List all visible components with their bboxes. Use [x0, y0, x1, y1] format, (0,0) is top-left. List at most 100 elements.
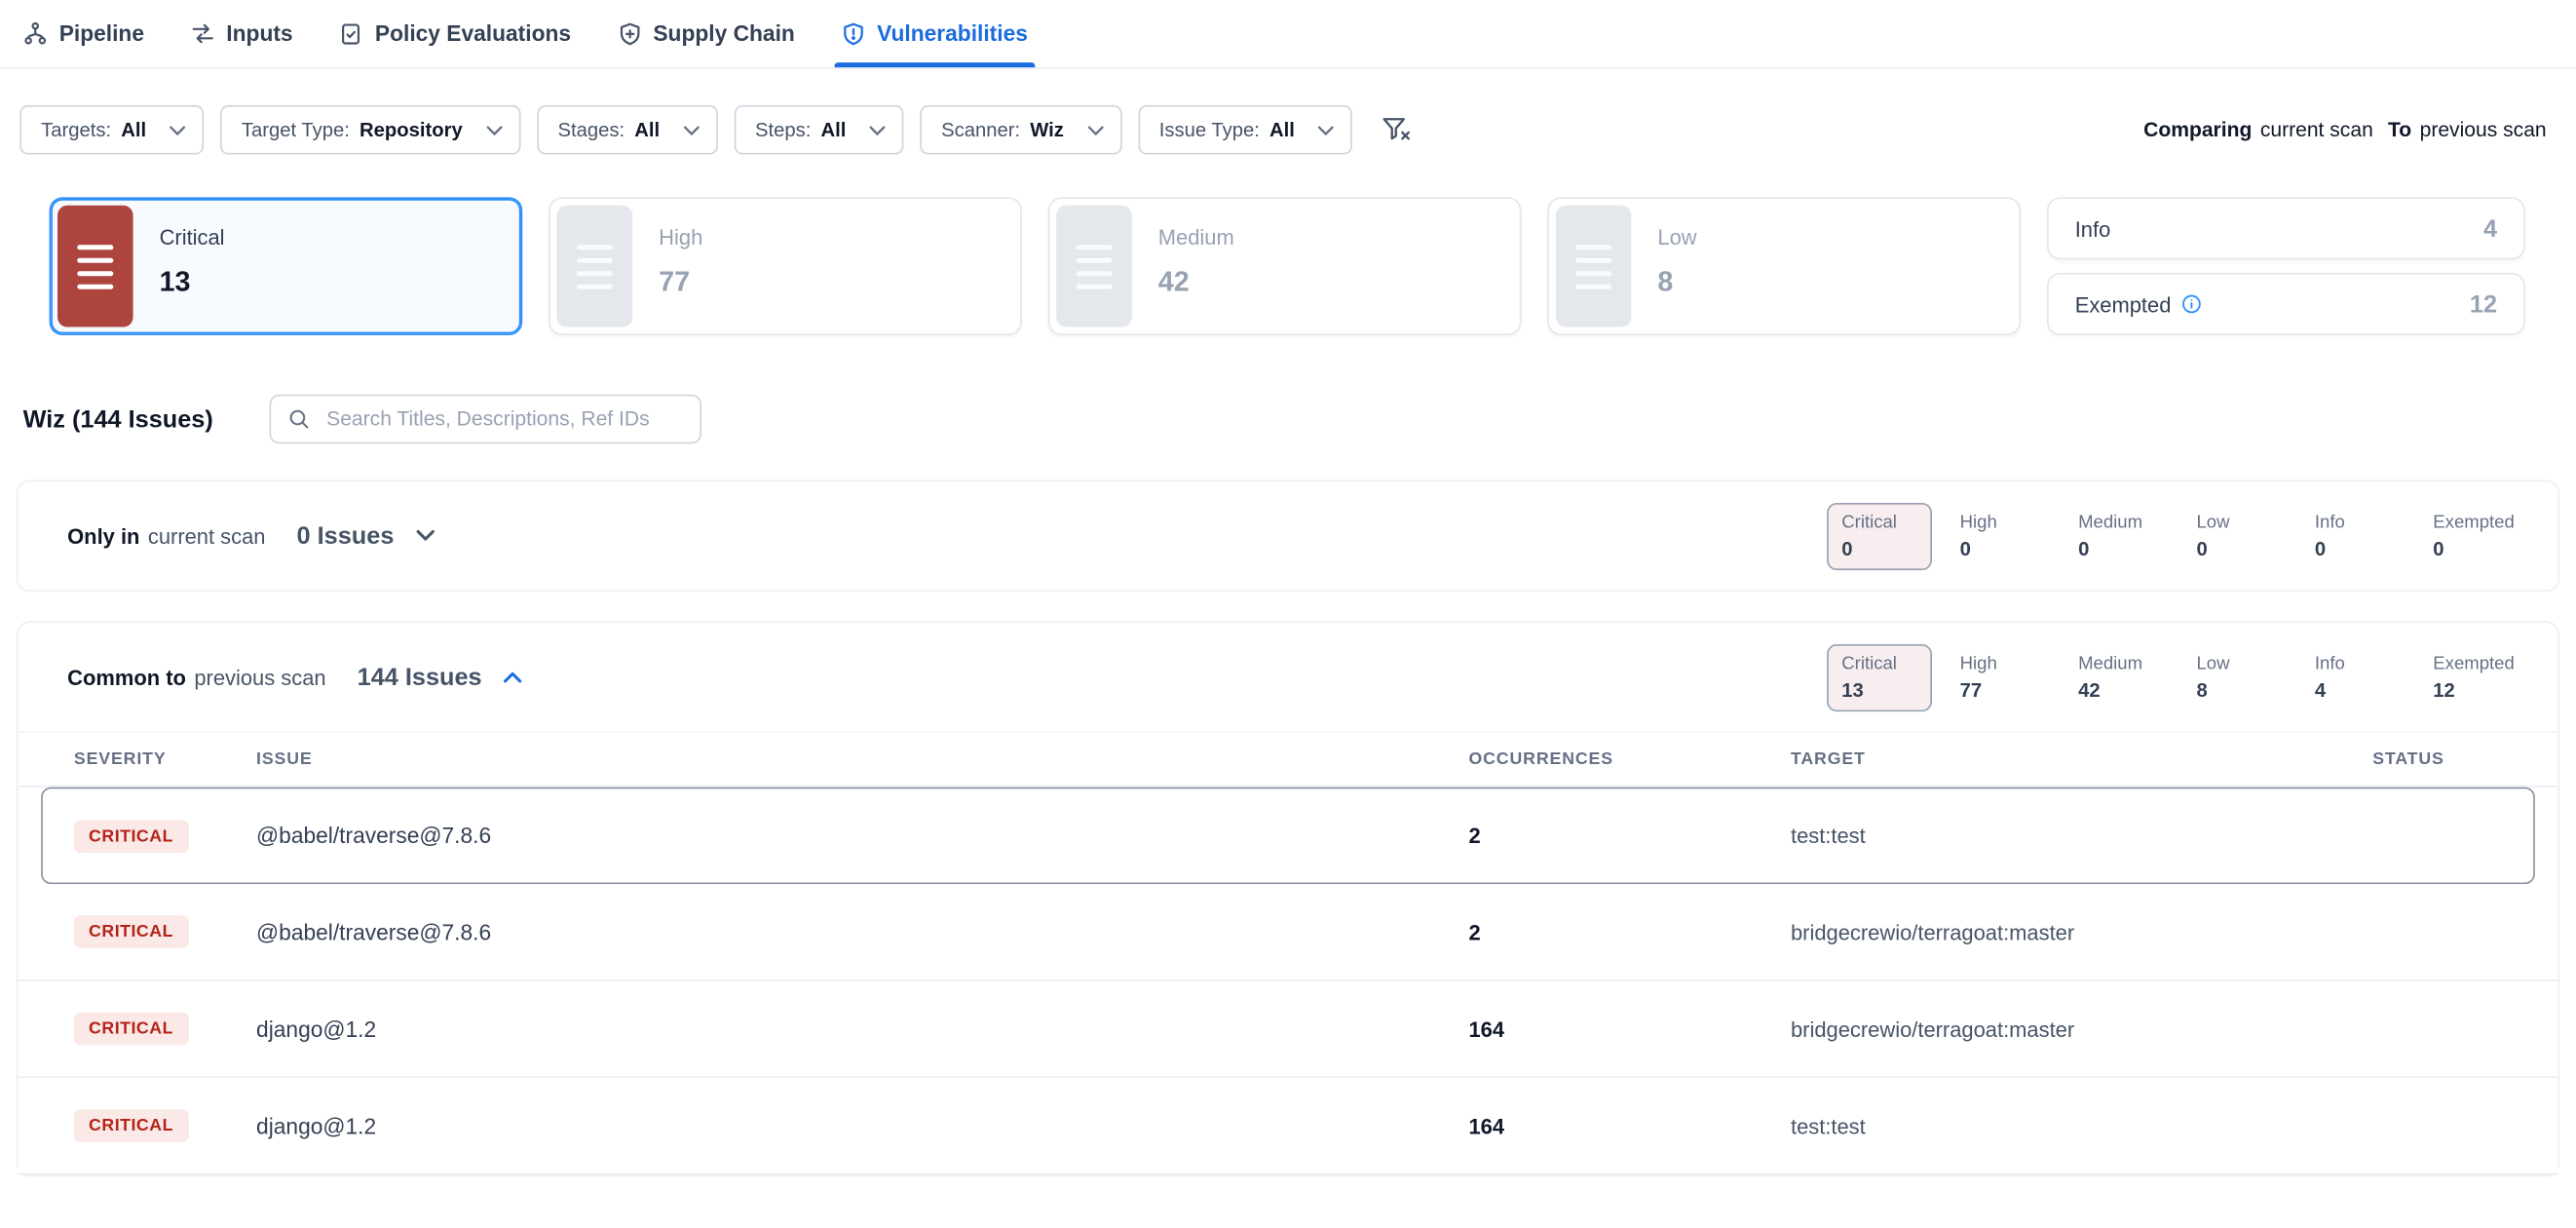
- tab-vulnerabilities[interactable]: Vulnerabilities: [841, 0, 1028, 67]
- filter-label: Scanner:: [941, 118, 1020, 141]
- stages-filter-dropdown[interactable]: Stages: All: [537, 105, 718, 155]
- th-occurrences: OCCURRENCES: [1468, 749, 1790, 769]
- chevron-up-icon[interactable]: [504, 671, 523, 683]
- table-row[interactable]: CRITICAL django@1.2 164 bridgecrewio/ter…: [19, 981, 2558, 1078]
- filter-label: Stages:: [558, 118, 625, 141]
- table-row[interactable]: CRITICAL django@1.2 164 test:test: [19, 1078, 2558, 1174]
- chip-label: Exempted: [2433, 653, 2509, 672]
- info-circle-icon[interactable]: [2181, 294, 2201, 314]
- chip-medium[interactable]: Medium 42: [2064, 643, 2169, 710]
- only-in-current-scan-toggle[interactable]: Only in current scan 0 Issues: [67, 521, 435, 550]
- issues-count-label: 0 Issues: [297, 521, 395, 550]
- common-to-previous-scan-toggle[interactable]: Common to previous scan 144 Issues: [67, 663, 523, 691]
- issue-cell: django@1.2: [256, 1017, 1468, 1041]
- chip-info[interactable]: Info 4: [2300, 643, 2406, 710]
- table-row[interactable]: CRITICAL @babel/traverse@7.8.6 2 test:te…: [41, 787, 2535, 884]
- th-issue: ISSUE: [256, 749, 1468, 769]
- search-input[interactable]: [323, 405, 683, 432]
- severity-card-label: Low: [1657, 225, 1696, 249]
- critical-badge: CRITICAL: [74, 820, 188, 853]
- chip-count: 0: [1960, 537, 2036, 560]
- inputs-icon: [190, 21, 214, 46]
- scanner-filter-dropdown[interactable]: Scanner: Wiz: [920, 105, 1121, 155]
- chevron-down-icon: [869, 124, 886, 135]
- occurrences-cell: 164: [1468, 1113, 1790, 1137]
- chip-critical[interactable]: Critical 0: [1827, 502, 1932, 569]
- filter-bar: Targets: All Target Type: Repository Sta…: [0, 105, 2576, 155]
- chip-high[interactable]: High 0: [1945, 502, 2050, 569]
- severity-cell: CRITICAL: [74, 1109, 256, 1142]
- chip-label: Medium: [2078, 653, 2154, 672]
- severity-cell: CRITICAL: [74, 1013, 256, 1046]
- comparing-scans-text: Comparing current scan To previous scan: [2143, 118, 2557, 141]
- critical-list-icon: [57, 206, 133, 327]
- chip-low[interactable]: Low 0: [2181, 502, 2287, 569]
- low-list-icon: [1556, 206, 1632, 327]
- chip-exempted[interactable]: Exempted 0: [2418, 502, 2523, 569]
- severity-card-count: 77: [659, 266, 702, 299]
- chip-count: 12: [2433, 678, 2509, 702]
- filter-label: Issue Type:: [1159, 118, 1260, 141]
- issue-cell: @babel/traverse@7.8.6: [256, 824, 1468, 848]
- target-cell: bridgecrewio/terragoat:master: [1791, 919, 2286, 943]
- chip-critical[interactable]: Critical 13: [1827, 643, 1932, 710]
- common-to-previous-scan-panel: Common to previous scan 144 Issues Criti…: [17, 621, 2559, 1176]
- critical-badge: CRITICAL: [74, 1109, 188, 1142]
- targets-filter-dropdown[interactable]: Targets: All: [19, 105, 204, 155]
- chip-label: High: [1960, 512, 2036, 531]
- chip-count: 42: [2078, 678, 2154, 702]
- exempted-count-row[interactable]: Exempted 12: [2047, 273, 2525, 335]
- issue-type-filter-dropdown[interactable]: Issue Type: All: [1138, 105, 1352, 155]
- chip-count: 0: [2315, 537, 2391, 560]
- chip-low[interactable]: Low 8: [2181, 643, 2287, 710]
- comparing-label: Comparing: [2143, 118, 2252, 141]
- medium-list-icon: [1056, 206, 1132, 327]
- high-list-icon: [557, 206, 633, 327]
- section-label: current scan: [148, 523, 266, 548]
- th-target: TARGET: [1791, 749, 2286, 769]
- target-type-filter-dropdown[interactable]: Target Type: Repository: [220, 105, 520, 155]
- occurrences-cell: 2: [1468, 824, 1790, 848]
- target-cell: test:test: [1791, 824, 2286, 848]
- pipeline-icon: [23, 21, 48, 46]
- target-cell: bridgecrewio/terragoat:master: [1791, 1017, 2286, 1041]
- target-cell: test:test: [1791, 1113, 2286, 1137]
- critical-badge: CRITICAL: [74, 1013, 188, 1046]
- exempted-count: 12: [2470, 290, 2497, 319]
- table-row[interactable]: CRITICAL @babel/traverse@7.8.6 2 bridgec…: [19, 884, 2558, 980]
- chevron-down-icon: [1087, 124, 1104, 135]
- severity-card-low[interactable]: Low 8: [1547, 197, 2021, 335]
- severity-card-critical[interactable]: Critical 13: [50, 197, 523, 335]
- chevron-down-icon[interactable]: [415, 529, 435, 542]
- tab-policy-evaluations[interactable]: Policy Evaluations: [339, 0, 571, 67]
- tab-label: Pipeline: [59, 21, 144, 46]
- filter-value: Wiz: [1030, 118, 1064, 141]
- chevron-down-icon: [485, 124, 502, 135]
- tab-inputs[interactable]: Inputs: [190, 0, 292, 67]
- chip-high[interactable]: High 77: [1945, 643, 2050, 710]
- info-count-row[interactable]: Info 4: [2047, 197, 2525, 259]
- severity-card-medium[interactable]: Medium 42: [1048, 197, 1522, 335]
- search-icon: [287, 407, 311, 431]
- chevron-down-icon: [683, 124, 700, 135]
- filter-label: Target Type:: [242, 118, 350, 141]
- tab-pipeline[interactable]: Pipeline: [23, 0, 144, 67]
- severity-cell: CRITICAL: [74, 820, 256, 853]
- chip-count: 0: [2078, 537, 2154, 560]
- chip-medium[interactable]: Medium 0: [2064, 502, 2169, 569]
- chevron-down-icon: [1317, 124, 1334, 135]
- critical-badge: CRITICAL: [74, 915, 188, 948]
- chip-count: 8: [2196, 678, 2272, 702]
- severity-chip-group: Critical 0 High 0 Medium 0 Low 0 Info: [1827, 502, 2523, 569]
- chip-info[interactable]: Info 0: [2300, 502, 2406, 569]
- severity-card-high[interactable]: High 77: [549, 197, 1022, 335]
- steps-filter-dropdown[interactable]: Steps: All: [734, 105, 903, 155]
- tab-supply-chain[interactable]: Supply Chain: [617, 0, 795, 67]
- search-box[interactable]: [269, 395, 701, 444]
- filter-label: Targets:: [41, 118, 111, 141]
- severity-card-label: Medium: [1158, 225, 1234, 249]
- filter-value: All: [820, 118, 846, 141]
- chip-exempted[interactable]: Exempted 12: [2418, 643, 2523, 710]
- clear-filters-icon[interactable]: [1382, 117, 1411, 143]
- tab-label: Policy Evaluations: [375, 21, 571, 46]
